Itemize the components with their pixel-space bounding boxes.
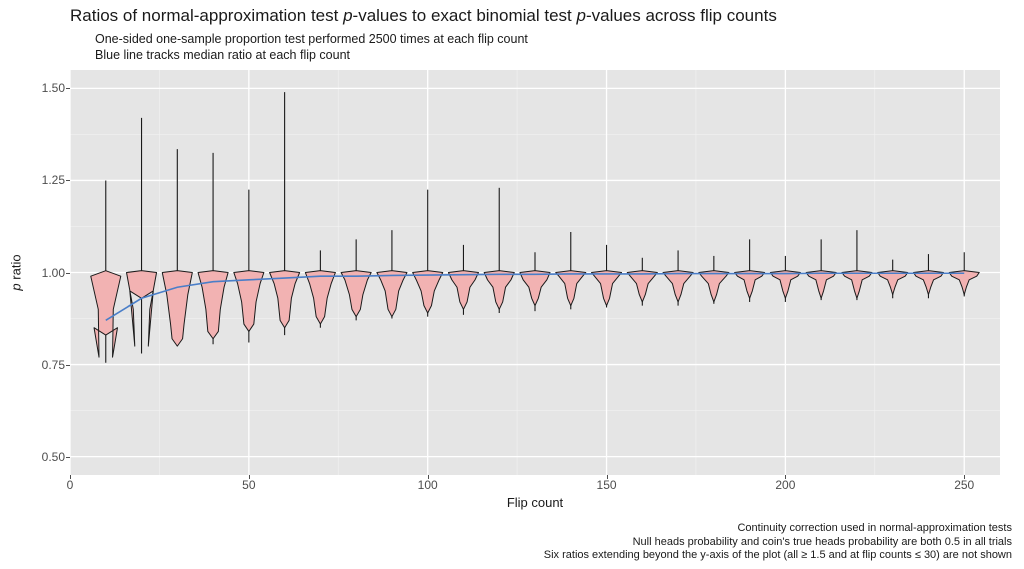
violin-body — [878, 271, 908, 295]
x-tick-mark — [428, 475, 429, 479]
x-tick-mark — [70, 475, 71, 479]
violin-body — [770, 271, 800, 299]
violin-body — [377, 271, 407, 317]
title-seg-3: p — [576, 6, 585, 25]
violin-body — [735, 271, 765, 299]
y-tick-label: 1.50 — [42, 81, 65, 95]
violin-body — [305, 271, 335, 324]
violin-body — [806, 271, 836, 299]
x-tick-label: 100 — [418, 478, 438, 492]
violin-body — [592, 271, 622, 306]
caption-line-2: Null heads probability and coin's true h… — [544, 536, 1012, 550]
violin-body — [699, 271, 729, 302]
y-tick-mark — [66, 88, 70, 89]
violin-body — [448, 271, 478, 310]
violin-body — [520, 271, 550, 306]
caption-line-3: Six ratios extending beyond the y-axis o… — [544, 549, 1012, 563]
violin-body — [913, 271, 943, 295]
violin-body — [484, 271, 514, 310]
x-tick-labels: 0 50 100 150 200 250 — [70, 478, 1000, 496]
y-tick-mark — [66, 273, 70, 274]
y-tick-label: 1.25 — [42, 173, 65, 187]
violin-body — [663, 271, 693, 302]
chart-container: Ratios of normal-approximation test p-va… — [0, 0, 1024, 569]
title-seg-0: Ratios of normal-approximation test — [70, 6, 343, 25]
x-tick-mark — [964, 475, 965, 479]
x-tick-mark — [785, 475, 786, 479]
violin-body — [949, 271, 979, 295]
title-seg-1: p — [343, 6, 352, 25]
chart-subtitle: One-sided one-sample proportion test per… — [95, 32, 528, 63]
subtitle-line-1: One-sided one-sample proportion test per… — [95, 32, 528, 48]
violin-body — [341, 271, 371, 317]
y-tick-label: 0.75 — [42, 358, 65, 372]
y-tick-mark — [66, 365, 70, 366]
title-seg-4: -values across flip counts — [586, 6, 777, 25]
x-tick-label: 200 — [775, 478, 795, 492]
violin-body — [162, 271, 192, 346]
x-tick-label: 0 — [67, 478, 74, 492]
subtitle-line-2: Blue line tracks median ratio at each fl… — [95, 48, 528, 64]
ylabel-seg-1: ratio — [9, 254, 24, 283]
y-axis-label: p ratio — [6, 70, 26, 475]
chart-title: Ratios of normal-approximation test p-va… — [70, 6, 777, 26]
y-tick-label: 1.00 — [42, 266, 65, 280]
violin-body — [413, 271, 443, 313]
caption-line-1: Continuity correction used in normal-app… — [544, 522, 1012, 536]
violin-body — [627, 271, 657, 302]
y-tick-mark — [66, 180, 70, 181]
x-tick-label: 250 — [954, 478, 974, 492]
title-seg-2: -values to exact binomial test — [353, 6, 577, 25]
x-tick-mark — [607, 475, 608, 479]
y-tick-label: 0.50 — [42, 450, 65, 464]
x-tick-label: 150 — [597, 478, 617, 492]
y-tick-labels: 0.50 0.75 1.00 1.25 1.50 — [30, 70, 65, 475]
y-tick-mark — [66, 457, 70, 458]
chart-caption: Continuity correction used in normal-app… — [544, 522, 1012, 563]
plot-panel — [70, 70, 1000, 475]
x-tick-label: 50 — [242, 478, 255, 492]
violin-body — [842, 271, 872, 299]
plot-svg — [70, 70, 1000, 475]
x-axis-label: Flip count — [70, 495, 1000, 510]
x-tick-mark — [249, 475, 250, 479]
ylabel-seg-0: p — [9, 283, 24, 290]
violin-body — [556, 271, 586, 306]
